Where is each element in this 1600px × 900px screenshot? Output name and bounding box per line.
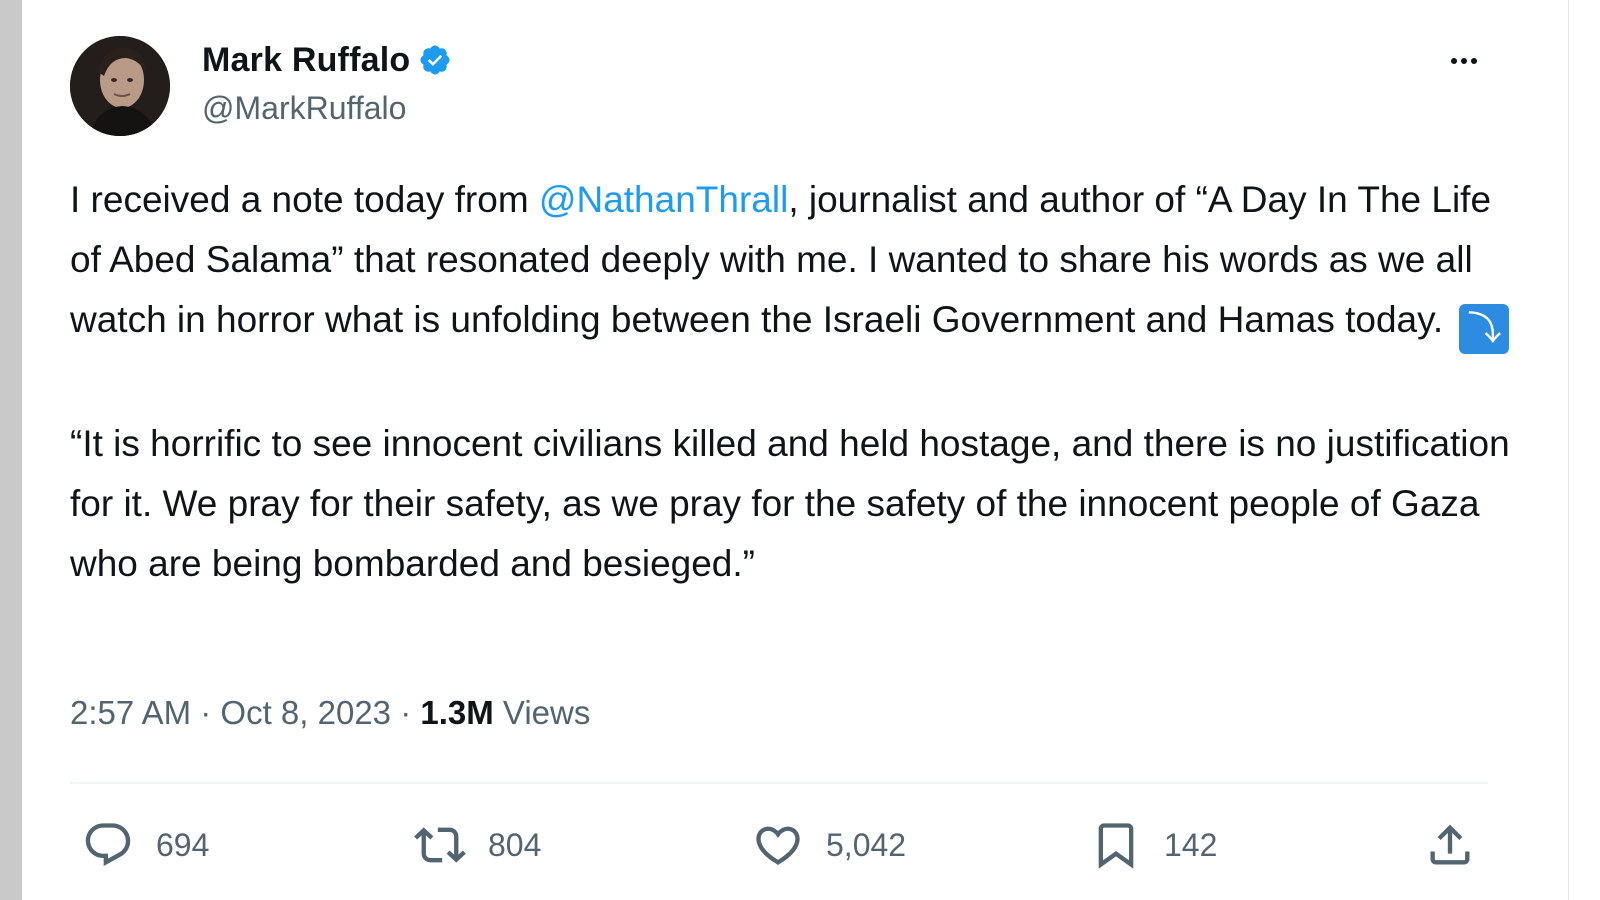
avatar-portrait: [70, 36, 170, 136]
share-icon: [1430, 824, 1470, 865]
tweet-text-part: I received a note today from: [70, 179, 539, 220]
display-name[interactable]: Mark Ruffalo: [202, 41, 410, 80]
bookmark-icon: [1098, 823, 1134, 869]
tweet-text: I received a note today from @NathanThra…: [70, 170, 1510, 594]
mention-link[interactable]: @NathanThrall: [539, 179, 788, 220]
repost-count: 804: [488, 826, 542, 863]
reply-count: 694: [156, 826, 210, 863]
repost-button[interactable]: 804: [414, 810, 541, 880]
action-bar: 694 804 5,042 142: [70, 810, 1510, 880]
views-label: Views: [502, 694, 591, 731]
divider: [70, 782, 1488, 784]
like-icon: [756, 826, 800, 865]
tweet-date[interactable]: Oct 8, 2023: [220, 694, 391, 731]
views-count: 1.3M: [420, 694, 494, 731]
verified-badge-icon[interactable]: [418, 43, 452, 77]
like-button[interactable]: 5,042: [752, 810, 906, 880]
window-right-border: [1568, 0, 1569, 900]
display-name-row: Mark Ruffalo: [202, 40, 452, 80]
tweet-paragraph-1: I received a note today from @NathanThra…: [70, 170, 1510, 354]
bookmark-button[interactable]: 142: [1090, 810, 1217, 880]
user-handle[interactable]: @MarkRuffalo: [202, 90, 452, 127]
like-count: 5,042: [826, 826, 907, 863]
tweet-card: Mark Ruffalo @MarkRuffalo I received a n…: [22, 0, 1568, 900]
window-left-border: [0, 0, 22, 900]
meta-separator: ·: [400, 694, 412, 731]
meta-separator: ·: [200, 694, 212, 731]
tweet-paragraph-2: “It is horrific to see innocent civilian…: [70, 423, 1510, 584]
share-button[interactable]: [1424, 810, 1476, 880]
tweet-meta: 2:57 AM · Oct 8, 2023 · 1.3M Views: [70, 694, 590, 732]
arrow-down-emoji-icon: ⤵: [1459, 304, 1510, 354]
avatar[interactable]: [70, 36, 170, 136]
bookmark-count: 142: [1164, 826, 1218, 863]
tweet-time[interactable]: 2:57 AM: [70, 694, 191, 731]
reply-icon: [85, 823, 131, 867]
reply-button[interactable]: 694: [82, 810, 209, 880]
repost-icon: [414, 827, 466, 863]
more-icon[interactable]: [1440, 46, 1488, 76]
author-block: Mark Ruffalo @MarkRuffalo: [202, 40, 452, 127]
